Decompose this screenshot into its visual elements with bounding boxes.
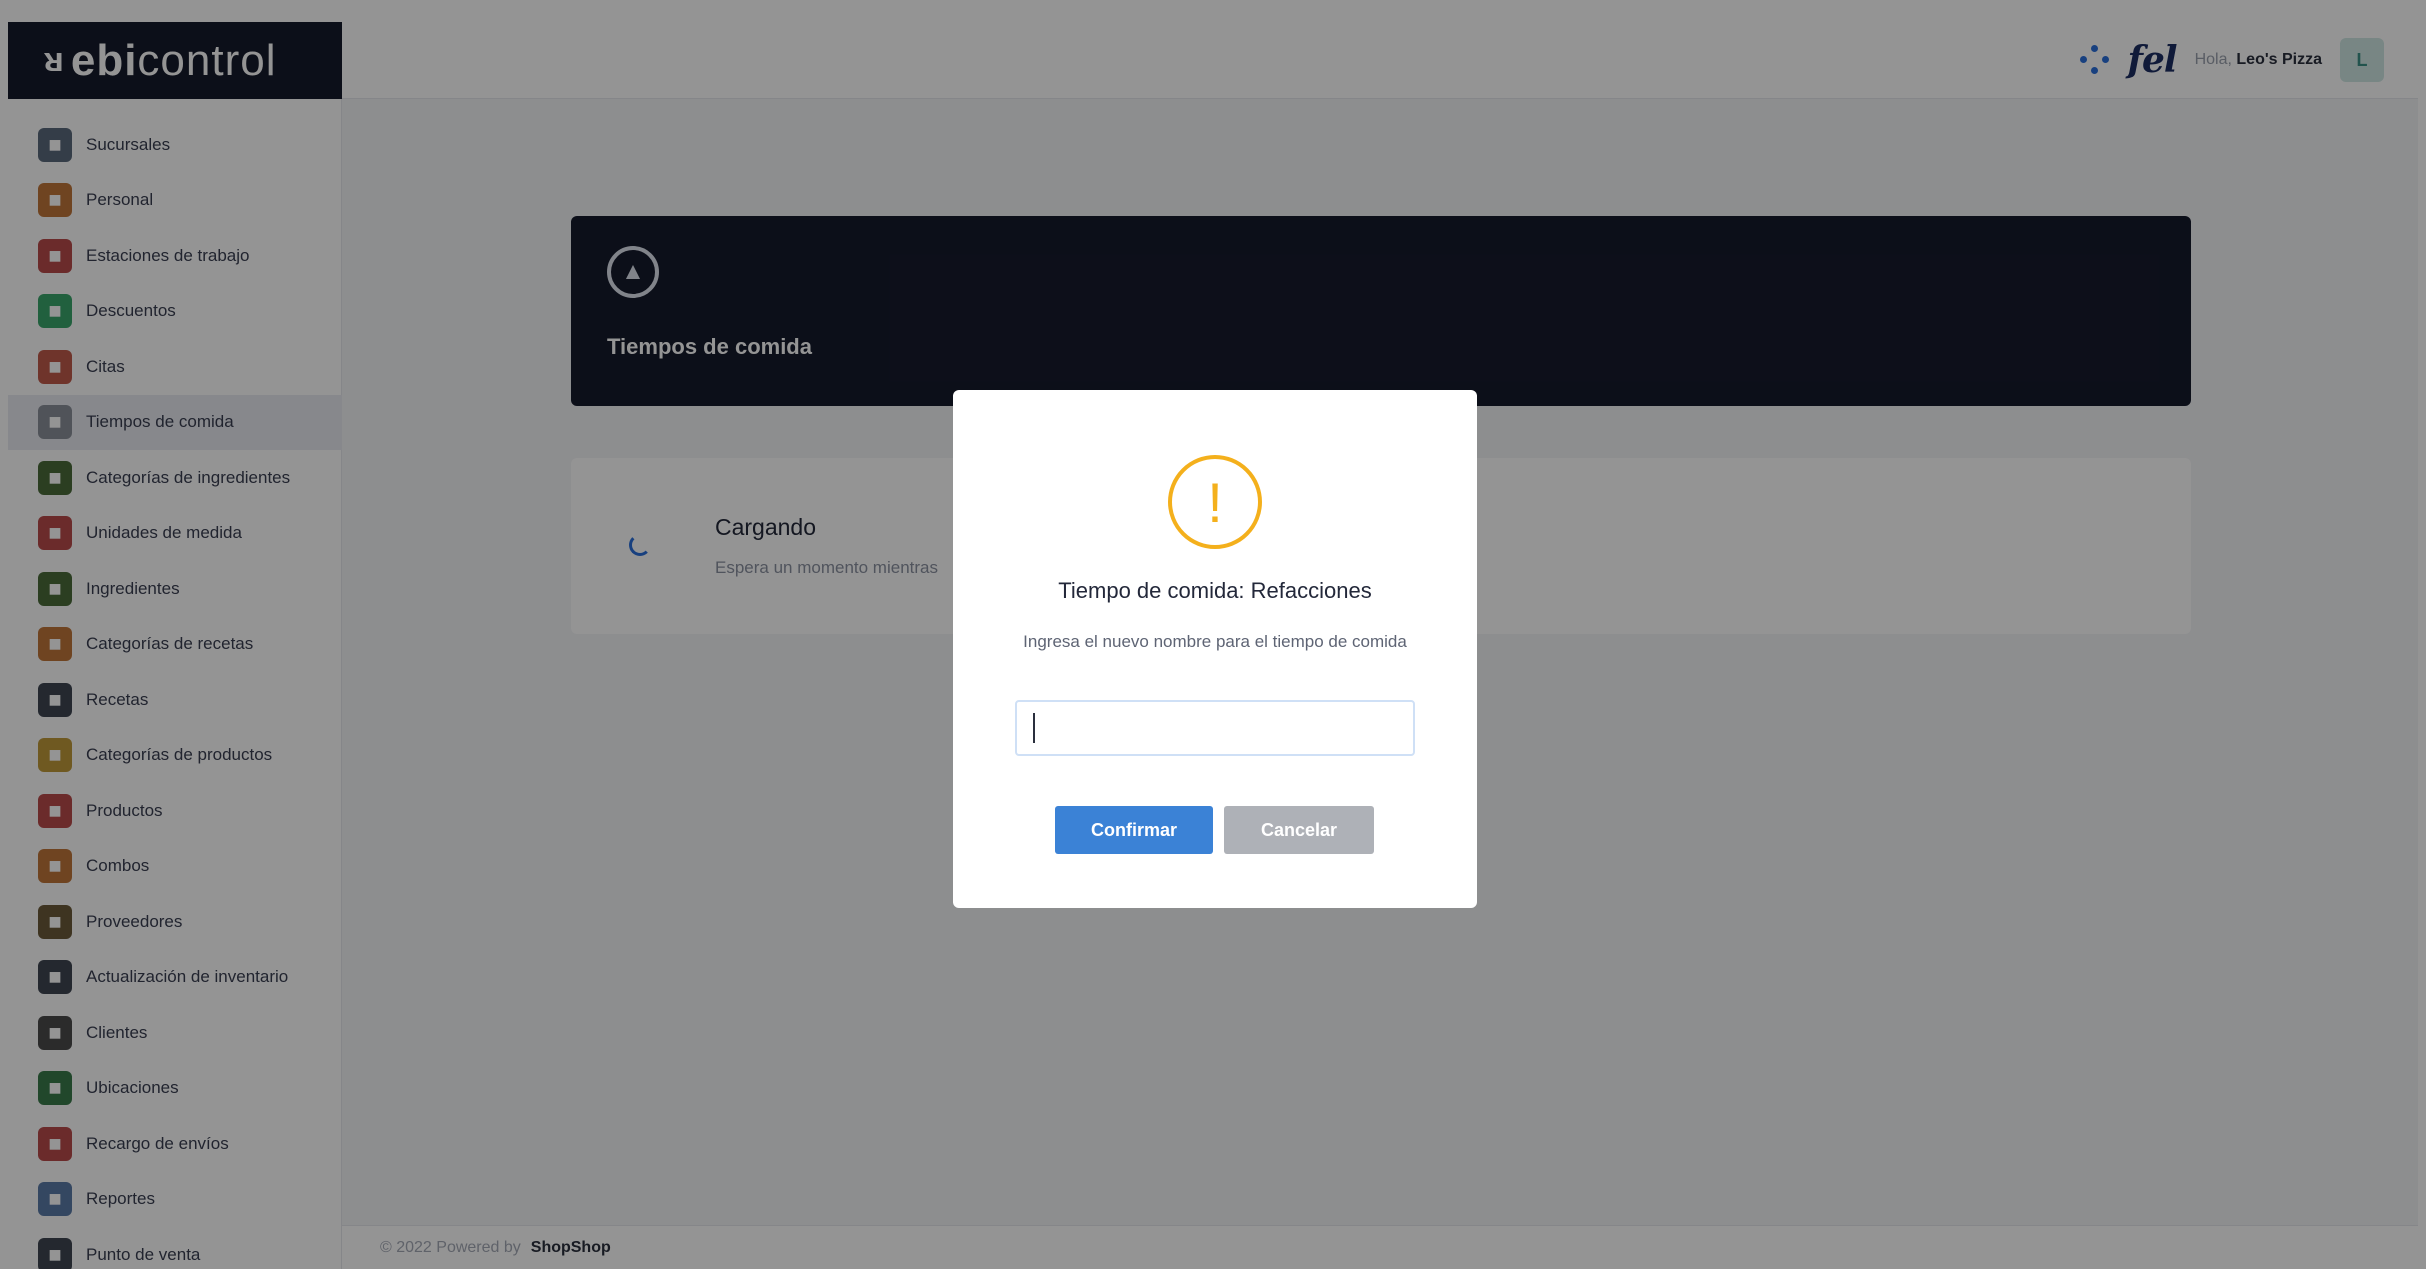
dialog-message: Ingresa el nuevo nombre para el tiempo d… (1023, 632, 1407, 651)
warning-icon: ! (1168, 455, 1262, 549)
rename-dialog: ! Tiempo de comida: Refacciones Ingresa … (953, 390, 1477, 908)
dialog-title: Tiempo de comida: Refacciones (1058, 578, 1372, 603)
confirm-button[interactable]: Confirmar (1055, 806, 1213, 854)
new-name-input[interactable] (1015, 700, 1415, 756)
cancel-button[interactable]: Cancelar (1224, 806, 1374, 854)
text-caret (1033, 713, 1035, 743)
